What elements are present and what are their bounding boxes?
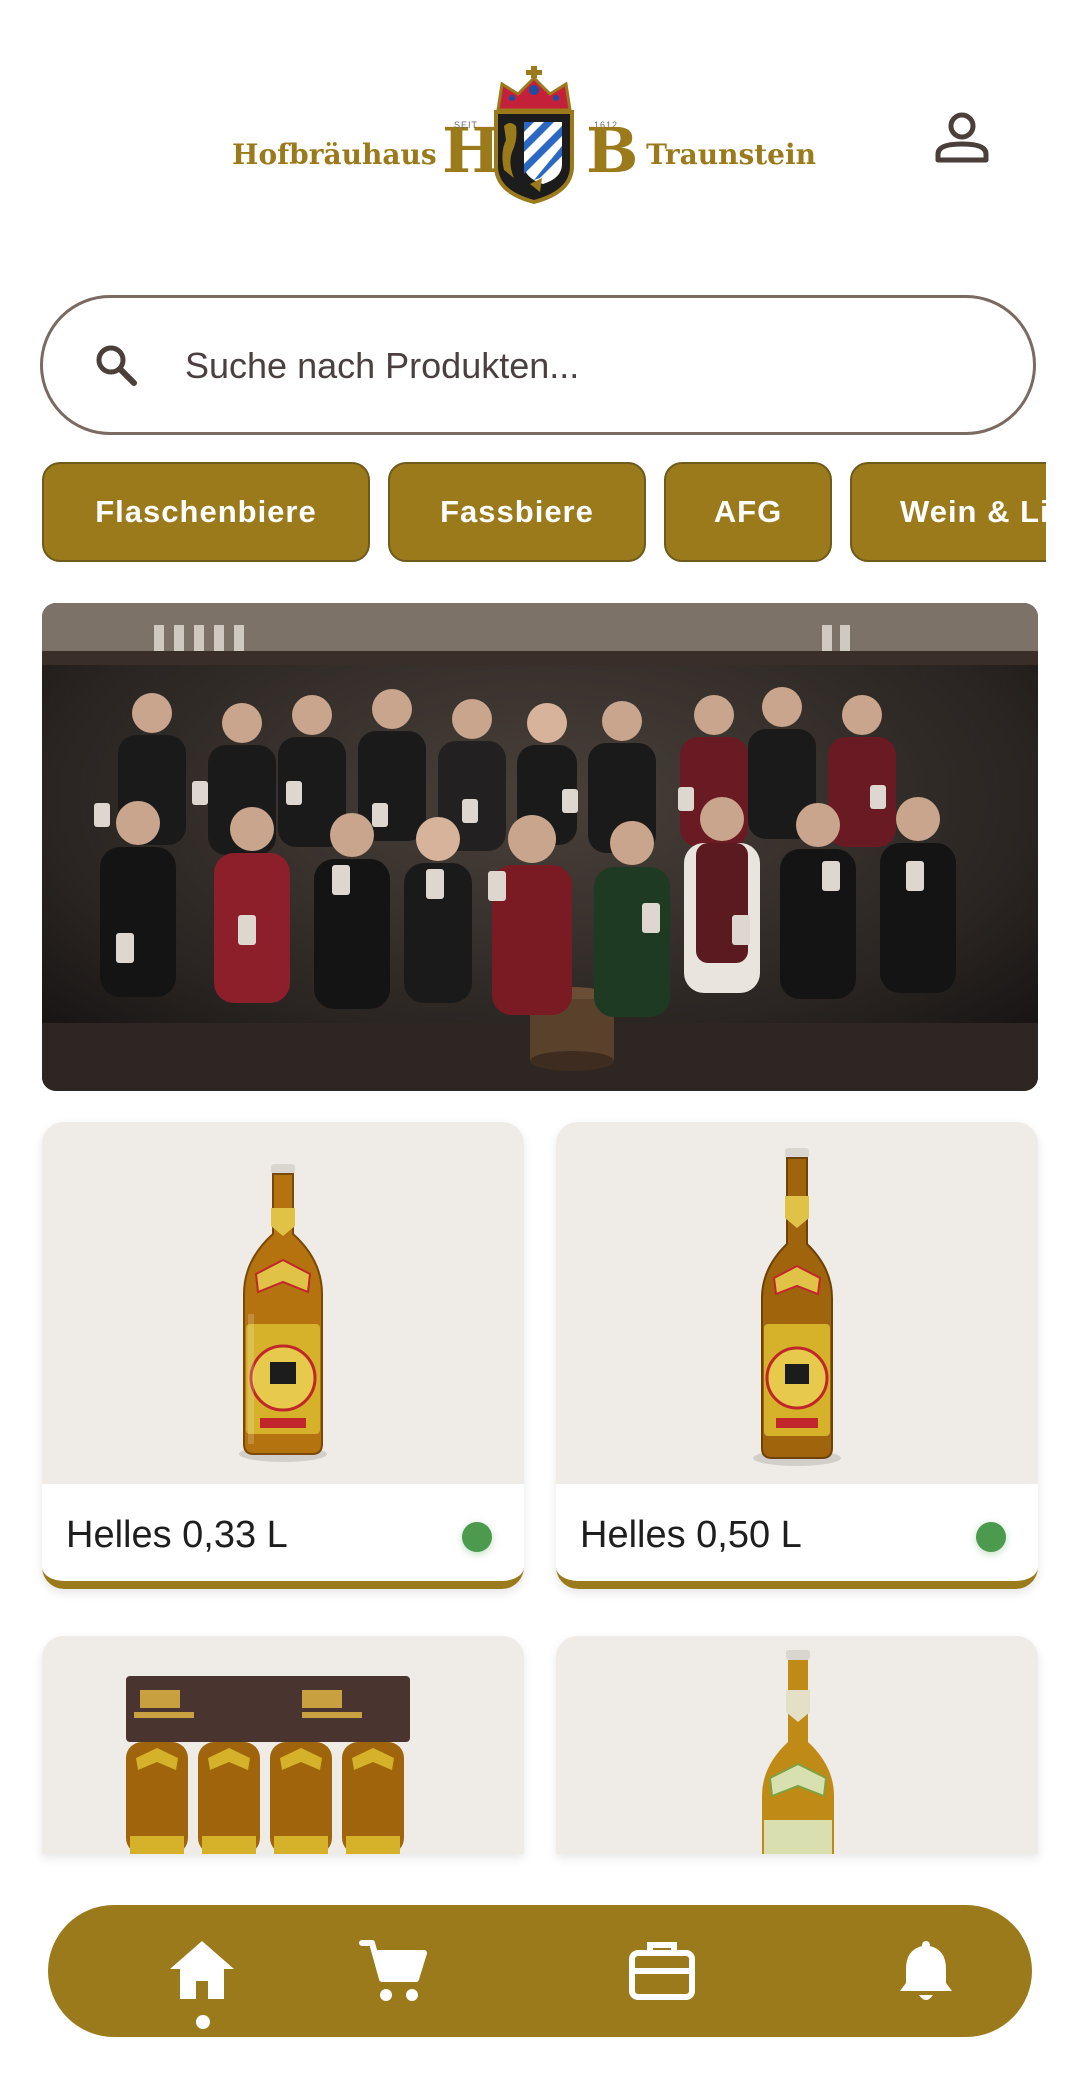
- beer-bottle-image: [239, 1164, 327, 1462]
- bell-icon[interactable]: [890, 1935, 962, 2007]
- search-input[interactable]: [183, 328, 987, 404]
- product-footer: Helles 0,50 L: [556, 1484, 1038, 1589]
- product-footer: Helles 0,33 L: [42, 1484, 524, 1589]
- beer-bottle-image: [762, 1650, 834, 1854]
- brand-seit: SEIT: [454, 120, 479, 130]
- product-image[interactable]: [556, 1122, 1038, 1484]
- hero-banner-image[interactable]: [42, 603, 1038, 1091]
- bottom-navigation: [48, 1905, 1032, 2037]
- product-card[interactable]: Helles 0,33 L: [42, 1122, 524, 1589]
- product-card[interactable]: [42, 1636, 524, 1854]
- product-card[interactable]: Helles 0,50 L: [556, 1122, 1038, 1589]
- availability-indicator: [976, 1522, 1006, 1552]
- product-name: Helles 0,50 L: [580, 1514, 802, 1556]
- brand-name-left: Hofbräuhaus: [232, 138, 437, 171]
- six-pack-image: [126, 1676, 410, 1854]
- brand-name-right: Traunstein: [646, 138, 816, 171]
- chip-flaschenbiere[interactable]: Flaschenbiere: [42, 462, 370, 562]
- product-card[interactable]: [556, 1636, 1038, 1854]
- brand-logo[interactable]: Hofbräuhaus H SEIT 1612 B Traunstein: [232, 66, 816, 216]
- product-name: Helles 0,33 L: [66, 1514, 288, 1556]
- product-image[interactable]: [42, 1636, 524, 1854]
- availability-indicator: [462, 1522, 492, 1552]
- product-image[interactable]: [42, 1122, 524, 1484]
- cart-icon[interactable]: [358, 1935, 430, 2007]
- active-indicator: [196, 2015, 210, 2029]
- crest-icon: [494, 66, 574, 205]
- product-image[interactable]: [556, 1636, 1038, 1854]
- chip-afg[interactable]: AFG: [664, 462, 832, 562]
- chip-fassbiere[interactable]: Fassbiere: [388, 462, 646, 562]
- search-icon[interactable]: [93, 342, 139, 388]
- group-photo: [42, 603, 1038, 1091]
- person-icon[interactable]: [932, 108, 992, 168]
- brand-letter-b: B: [586, 114, 639, 187]
- home-icon[interactable]: [166, 1935, 238, 2007]
- category-chips: Flaschenbiere Fassbiere AFG Wein & Li: [42, 462, 1046, 566]
- search-bar[interactable]: [40, 295, 1036, 435]
- chip-wein-likoer[interactable]: Wein & Li: [850, 462, 1046, 562]
- beer-bottle-image: [753, 1148, 841, 1466]
- briefcase-icon[interactable]: [626, 1935, 698, 2007]
- app-header: Hofbräuhaus H SEIT 1612 B Traunstein: [0, 0, 1080, 260]
